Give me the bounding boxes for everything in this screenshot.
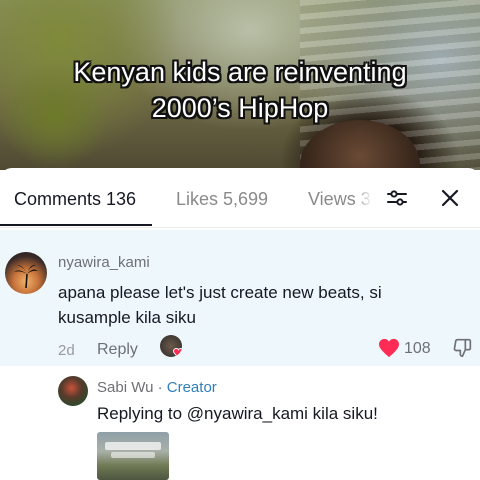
- close-icon: [441, 189, 459, 207]
- tab-views[interactable]: Views 3: [308, 189, 372, 210]
- comments-sheet: Comments 136 Likes 5,699 Views 3 nyawira…: [0, 168, 480, 480]
- video-caption: Kenyan kids are reinventing 2000’s HipHo…: [0, 54, 480, 126]
- like-count: 108: [404, 340, 431, 357]
- thumbs-down-icon[interactable]: [452, 337, 472, 359]
- comment-date: 2d: [58, 342, 75, 359]
- close-button[interactable]: [437, 185, 463, 211]
- filter-sliders-icon: [387, 190, 407, 206]
- comments-tab-bar: Comments 136 Likes 5,699 Views 3: [0, 168, 480, 228]
- palm-tree-avatar-graphic: [14, 264, 38, 288]
- thumbnail-caption-bar: [111, 452, 155, 458]
- reply-username[interactable]: Sabi Wu: [97, 379, 153, 396]
- reply-item[interactable]: Sabi Wu · Creator Replying to @nyawira_k…: [0, 366, 480, 480]
- thumbnail-caption-bar: [105, 442, 161, 450]
- video-player[interactable]: Kenyan kids are reinventing 2000’s HipHo…: [0, 0, 480, 170]
- username-separator: ·: [153, 379, 167, 396]
- comment-item[interactable]: nyawira_kami apana please let's just cre…: [0, 230, 480, 366]
- creator-badge: Creator: [166, 379, 217, 396]
- comment-username[interactable]: nyawira_kami: [58, 254, 150, 271]
- video-caption-line-1: Kenyan kids are reinventing: [73, 57, 407, 87]
- filter-button[interactable]: [384, 185, 410, 211]
- reply-text: Replying to @nyawira_kami kila siku!: [97, 404, 378, 423]
- reply-video-thumbnail[interactable]: [97, 432, 169, 480]
- creator-heart-icon: [173, 348, 182, 357]
- reply-button[interactable]: Reply: [97, 341, 138, 359]
- video-caption-line-2: 2000’s HipHop: [151, 93, 329, 123]
- tab-comments[interactable]: Comments 136: [14, 189, 136, 210]
- reply-username-line: Sabi Wu · Creator: [97, 379, 217, 396]
- tab-likes[interactable]: Likes 5,699: [176, 189, 268, 210]
- active-tab-indicator: [0, 224, 152, 226]
- heart-icon[interactable]: [378, 338, 400, 358]
- creator-liked-avatar: [160, 335, 182, 357]
- avatar[interactable]: [5, 252, 47, 294]
- comment-text: apana please let's just create new beats…: [58, 283, 382, 327]
- avatar[interactable]: [58, 376, 88, 406]
